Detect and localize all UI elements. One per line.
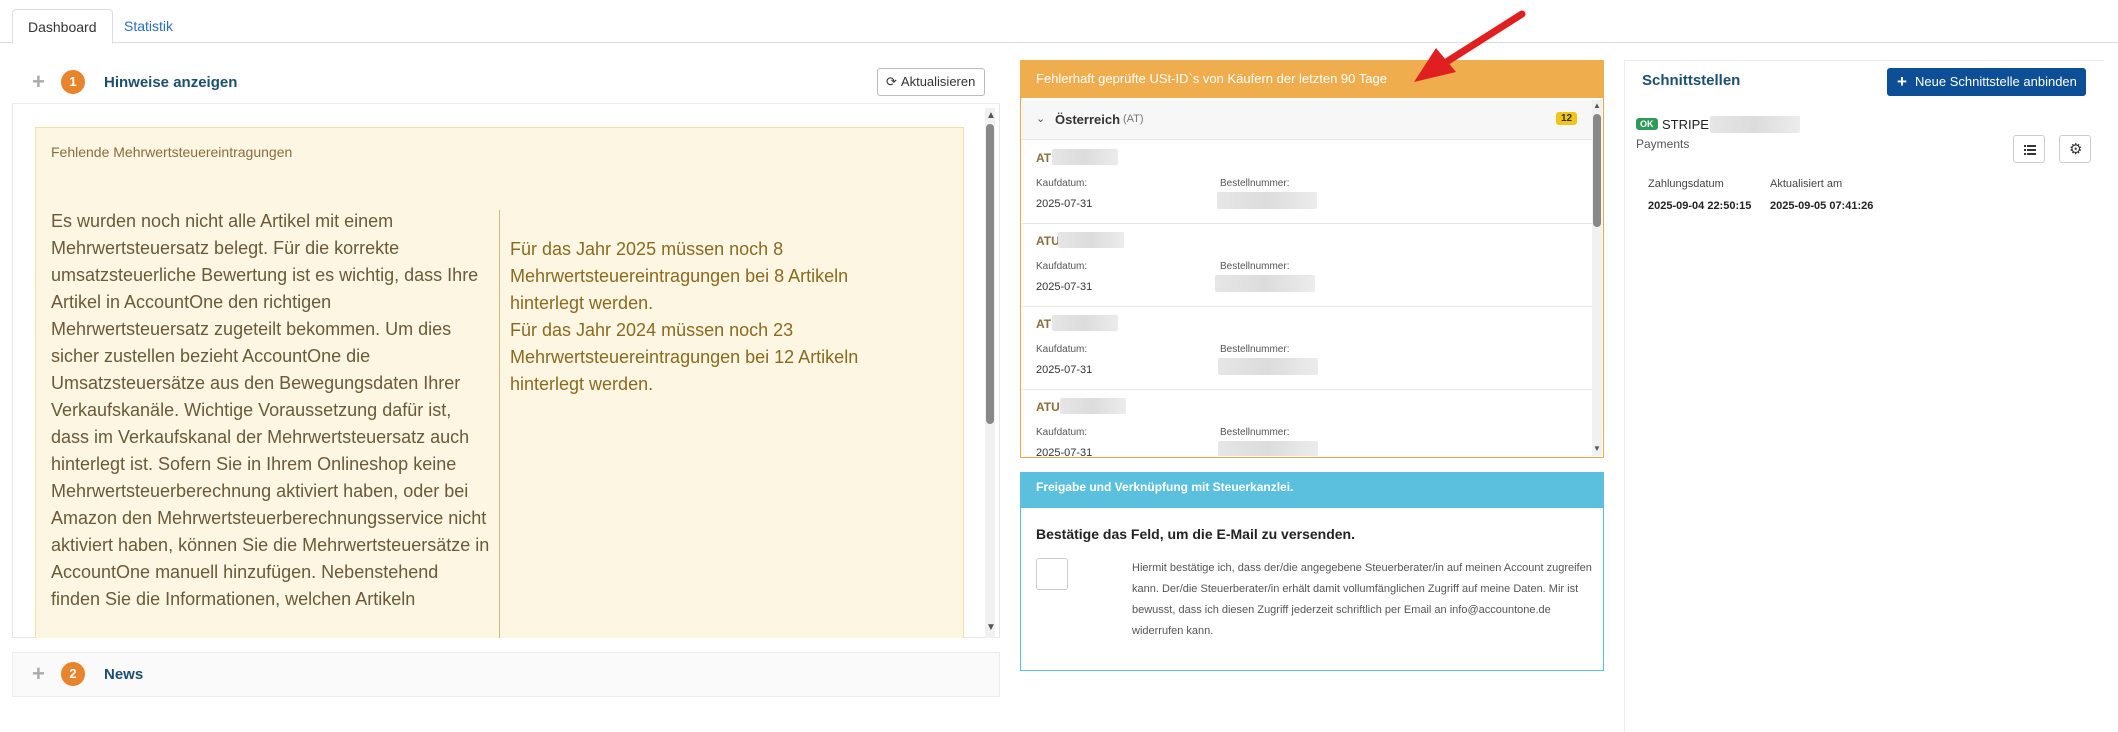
purchase-date-label: Kaufdatum: — [1036, 344, 1088, 355]
expand-plus-icon[interactable]: + — [32, 663, 45, 685]
tax-advisor-header: Freigabe und Verknüpfung mit Steuerkanzl… — [1020, 472, 1604, 508]
new-interface-label: Neue Schnittstelle anbinden — [1915, 74, 2077, 89]
order-number-redacted — [1218, 358, 1318, 375]
country-name: Österreich — [1055, 112, 1121, 127]
order-number-label: Bestellnummer: — [1220, 427, 1290, 438]
refresh-icon: ⟳ — [886, 74, 897, 89]
country-code: (AT) — [1123, 113, 1144, 125]
notice-text: Es wurden noch nicht alle Artikel mit ei… — [51, 211, 490, 609]
news-number-badge: 2 — [61, 662, 85, 686]
purchase-date: 2025-07-31 — [1036, 364, 1093, 376]
hints-number-badge: 1 — [61, 70, 85, 94]
interfaces-title: Schnittstellen — [1642, 72, 1741, 89]
count-badge: 12 — [1556, 112, 1578, 125]
plus-icon: + — [1897, 72, 1907, 91]
annotation-arrow-icon — [1414, 10, 1526, 82]
chevron-down-icon: ⌄ — [1036, 113, 1046, 125]
list-icon — [2024, 145, 2036, 155]
scroll-up-icon[interactable]: ▲ — [1593, 101, 1601, 110]
status-badge: OK — [1636, 118, 1658, 130]
ust-id-prefix: ATU — [1036, 400, 1060, 414]
order-number-redacted — [1217, 192, 1317, 209]
column-payment-date: Zahlungsdatum — [1648, 178, 1724, 190]
purchase-date: 2025-07-31 — [1036, 281, 1093, 293]
column-updated: Aktualisiert am — [1770, 178, 1843, 190]
hints-scroll-thumb[interactable] — [986, 124, 994, 424]
interface-name: STRIPE — [1662, 117, 1709, 132]
notice-divider — [499, 210, 500, 638]
confirm-checkbox[interactable] — [1036, 558, 1068, 590]
ust-item-list: AT Kaufdatum: Bestellnummer: 2025-07-31 … — [1022, 141, 1592, 456]
list-item[interactable]: AT Kaufdatum: Bestellnummer: 2025-07-31 — [1022, 307, 1592, 390]
scroll-down-icon[interactable]: ▼ — [1593, 444, 1601, 453]
new-interface-button[interactable]: + Neue Schnittstelle anbinden — [1887, 68, 2086, 96]
scroll-down-icon[interactable]: ▼ — [986, 622, 996, 633]
gear-icon: ⚙ — [2069, 141, 2083, 158]
order-number-label: Bestellnummer: — [1220, 344, 1290, 355]
tab-statistik[interactable]: Statistik — [109, 9, 188, 44]
ust-id-redacted — [1060, 398, 1126, 414]
confirm-title: Bestätige das Feld, um die E-Mail zu ver… — [1036, 526, 1355, 542]
missing-vat-notice: Fehlende Mehrwertsteuereintragungen Es w… — [35, 127, 964, 638]
interface-type: Payments — [1636, 137, 1690, 151]
ust-id-prefix: ATU — [1036, 234, 1060, 248]
list-item[interactable]: ATU Kaufdatum: Bestellnummer: 2025-07-31 — [1022, 224, 1592, 307]
ust-id-redacted — [1052, 315, 1118, 331]
confirm-text: Hiermit bestätige ich, dass der/die ange… — [1132, 562, 1592, 637]
list-item[interactable]: ATU Kaufdatum: Bestellnummer: 2025-07-31 — [1022, 390, 1592, 456]
purchase-date: 2025-07-31 — [1036, 447, 1093, 456]
settings-button[interactable]: ⚙ — [2059, 135, 2091, 163]
hints-panel-title: Hinweise anzeigen — [104, 74, 238, 91]
notice-info-2025: Für das Jahr 2025 müssen noch 8 Mehrwert… — [510, 239, 849, 313]
list-item[interactable]: AT Kaufdatum: Bestellnummer: 2025-07-31 — [1022, 141, 1592, 224]
refresh-button[interactable]: ⟳ Aktualisieren — [877, 68, 985, 96]
payment-date-value: 2025-09-04 22:50:15 — [1648, 200, 1752, 212]
list-view-button[interactable] — [2013, 135, 2045, 163]
purchase-date-label: Kaufdatum: — [1036, 427, 1088, 438]
order-number-redacted — [1218, 441, 1318, 456]
notice-info-2024: Für das Jahr 2024 müssen noch 23 Mehrwer… — [510, 320, 859, 394]
tab-bar — [0, 0, 2118, 43]
news-panel[interactable] — [12, 652, 1000, 697]
ust-id-prefix: AT — [1036, 151, 1052, 165]
notice-title: Fehlende Mehrwertsteuereintragungen — [51, 144, 293, 160]
expand-plus-icon[interactable]: + — [32, 71, 45, 93]
purchase-date-label: Kaufdatum: — [1036, 178, 1088, 189]
refresh-button-label: Aktualisieren — [900, 74, 976, 89]
country-group-row[interactable]: ⌄ Österreich (AT) 12 — [1022, 100, 1592, 140]
ust-id-prefix: AT — [1036, 317, 1052, 331]
interface-name-redacted — [1710, 116, 1800, 133]
tab-dashboard[interactable]: Dashboard — [12, 9, 113, 44]
ust-scroll-thumb[interactable] — [1593, 114, 1601, 227]
order-number-label: Bestellnummer: — [1220, 178, 1290, 189]
order-number-label: Bestellnummer: — [1220, 261, 1290, 272]
purchase-date-label: Kaufdatum: — [1036, 261, 1088, 272]
purchase-date: 2025-07-31 — [1036, 198, 1093, 210]
order-number-redacted — [1215, 275, 1315, 292]
updated-value: 2025-09-05 07:41:26 — [1770, 200, 1874, 212]
scroll-up-icon[interactable]: ▲ — [986, 110, 996, 121]
news-panel-title: News — [104, 666, 144, 683]
ust-id-redacted — [1058, 232, 1124, 248]
ust-id-redacted — [1052, 149, 1118, 165]
